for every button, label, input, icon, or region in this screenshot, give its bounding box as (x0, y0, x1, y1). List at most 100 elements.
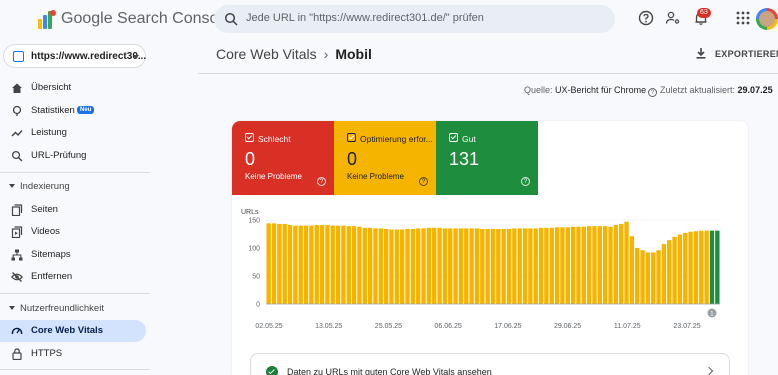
chart-bar (586, 226, 592, 304)
status-tile-poor[interactable]: Schlecht 0 Keine Probleme ? (232, 121, 334, 195)
checkbox-icon[interactable] (245, 133, 254, 142)
sidebar-item-videos[interactable]: Videos (0, 221, 146, 243)
tile-subtext: Keine Probleme (347, 172, 404, 181)
sidebar-item-performance[interactable]: Leistung (0, 122, 146, 144)
lock-icon (12, 348, 22, 360)
status-tile-needs-improvement[interactable]: Optimierung erfor... 0 Keine Probleme ? (334, 121, 436, 195)
help-icon[interactable] (638, 10, 654, 26)
top-bar: Google Search Console Jede URL in "https… (0, 0, 778, 40)
chart-bar (629, 236, 635, 304)
y-tick-label: 100 (248, 246, 260, 253)
chart-bar (522, 228, 528, 304)
sidebar-item-label: Sitemaps (31, 249, 71, 260)
help-icon[interactable]: ? (648, 88, 658, 97)
video-pages-icon (11, 226, 23, 238)
sidebar-item-https[interactable]: HTTPS (0, 343, 146, 365)
chart-bar (319, 225, 325, 304)
chart-bar (635, 248, 640, 304)
url-inspection-search[interactable]: Jede URL in "https://www.redirect301.de/… (214, 5, 615, 33)
search-console-logo[interactable] (38, 9, 56, 29)
chart-bar (293, 225, 298, 304)
chart-bar (383, 228, 389, 304)
home-icon (12, 83, 22, 93)
app-name[interactable]: Google Search Console (61, 10, 231, 28)
sidebar-item-pages[interactable]: Seiten (0, 199, 146, 221)
search-placeholder: Jede URL in "https://www.redirect301.de/… (246, 12, 484, 24)
account-avatar[interactable] (756, 8, 778, 30)
chart-bar (490, 228, 496, 304)
tile-value: 0 (245, 149, 256, 169)
sidebar-item-removals[interactable]: Entfernen (0, 266, 146, 288)
urls-over-time-chart: URLs 150 100 50 0 02.05.25 13.05.25 25.05.25 06… (241, 209, 720, 330)
chart-bar (485, 228, 490, 304)
property-selector[interactable]: https://www.redirect30... (3, 44, 146, 68)
sidebar-item-sitemaps[interactable]: Sitemaps (0, 244, 146, 266)
help-icon[interactable]: ? (521, 177, 530, 186)
chart-bar (400, 229, 405, 304)
chart-bar (474, 228, 480, 304)
sidebar-item-label: Core Web Vitals (31, 325, 103, 336)
property-icon (13, 51, 24, 62)
chart-bar (672, 236, 677, 304)
sidebar-divider (0, 172, 150, 173)
chart-bar (709, 230, 715, 304)
breadcrumb: Core Web Vitals › Mobil (216, 46, 372, 62)
collapse-arrow-icon (9, 306, 15, 310)
chart-bar (613, 225, 619, 304)
breadcrumb-chevron-icon: › (323, 46, 329, 62)
chart-bar (266, 223, 271, 304)
chart-bar (661, 244, 667, 304)
annotation-marker-label: 1 (710, 311, 714, 318)
x-tick-label: 23.07.25 (673, 323, 700, 330)
manage-users-icon[interactable] (665, 10, 681, 26)
chart-bar (640, 250, 645, 304)
sidebar-item-core-web-vitals[interactable]: Core Web Vitals (0, 320, 146, 342)
search-icon (11, 150, 23, 162)
help-icon[interactable]: ? (419, 177, 428, 186)
chart-bar (496, 228, 501, 304)
y-tick-label: 150 (248, 218, 260, 225)
chart-bar (618, 223, 624, 304)
chart-bar (426, 227, 432, 304)
speed-gauge-icon (11, 327, 23, 335)
apps-grid-icon[interactable] (735, 10, 751, 26)
new-badge: Neu (77, 106, 95, 114)
x-tick-label: 13.05.25 (315, 323, 342, 330)
chart-bar (367, 227, 373, 304)
export-label: EXPORTIEREN (715, 49, 778, 59)
sidebar-item-overview[interactable]: Übersicht (0, 77, 146, 99)
chart-bar (287, 225, 293, 304)
sidebar-item-label: Statistiken (31, 105, 75, 116)
search-icon (224, 12, 238, 26)
section-indexing[interactable]: Indexierung (0, 179, 146, 195)
chart-bar (645, 252, 651, 304)
chart-bar (688, 231, 693, 304)
sidebar-item-url-inspection[interactable]: URL-Prüfung (0, 145, 146, 167)
sidebar-item-statistics[interactable]: Statistiken Neu (0, 100, 146, 122)
sitemap-icon (11, 249, 23, 261)
chart-bar (592, 226, 597, 304)
updated-value: 29.07.25 (737, 85, 773, 95)
breadcrumb-parent[interactable]: Core Web Vitals (216, 46, 317, 62)
chart-bar (597, 226, 603, 304)
sidebar-item-label: Videos (31, 226, 60, 237)
chart-bar (528, 228, 533, 304)
sidebar-divider (0, 369, 150, 370)
chart-bar (432, 227, 437, 304)
good-urls-link[interactable]: Daten zu URLs mit guten Core Web Vitals … (250, 353, 730, 375)
pages-icon (11, 204, 23, 216)
sidebar-item-label: URL-Prüfung (31, 150, 87, 161)
chart-bar (346, 226, 351, 304)
chart-bar (715, 230, 720, 304)
checkbox-icon[interactable] (449, 133, 458, 142)
download-icon (696, 48, 706, 59)
checkbox-icon[interactable] (347, 133, 356, 142)
chart-bar (506, 228, 512, 304)
status-tile-good[interactable]: Gut 131 ? (436, 121, 538, 195)
help-icon[interactable]: ? (317, 177, 326, 186)
x-tick-label: 29.06.25 (554, 323, 581, 330)
chart-bar (373, 228, 378, 304)
x-tick-label: 02.05.25 (255, 323, 282, 330)
chart-bar (464, 228, 469, 304)
section-user-experience[interactable]: Nutzerfreundlichkeit (0, 301, 146, 317)
